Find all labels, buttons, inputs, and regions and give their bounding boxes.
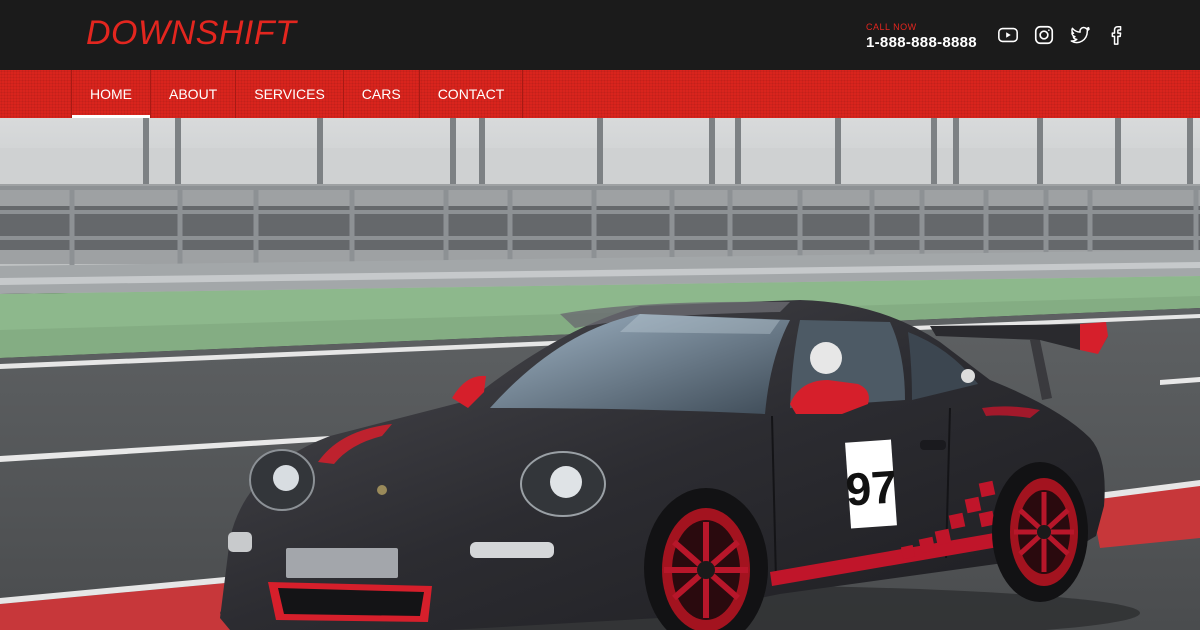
call-now-label: CALL NOW [866,22,917,32]
nav-item-services[interactable]: SERVICES [236,70,344,118]
nav-item-cars[interactable]: CARS [344,70,420,118]
hero-image: 97 [0,118,1200,630]
facebook-icon[interactable] [1104,23,1128,47]
top-header: DOWNSHIFT CALL NOW 1-888-888-8888 [0,0,1200,70]
instagram-icon[interactable] [1032,23,1056,47]
main-nav-bar: HOME ABOUT SERVICES CARS CONTACT [0,70,1200,118]
nav-item-contact[interactable]: CONTACT [420,70,524,118]
nav-item-home[interactable]: HOME [72,70,151,118]
phone-number[interactable]: 1-888-888-8888 [866,34,977,51]
car-number: 97 [844,460,899,515]
nav-item-about[interactable]: ABOUT [151,70,237,118]
social-links [996,23,1128,47]
twitter-icon[interactable] [1068,23,1092,47]
youtube-icon[interactable] [996,23,1020,47]
call-now: CALL NOW 1-888-888-8888 [866,22,977,51]
main-nav: HOME ABOUT SERVICES CARS CONTACT [71,70,524,118]
site-logo[interactable]: DOWNSHIFT [86,14,296,53]
